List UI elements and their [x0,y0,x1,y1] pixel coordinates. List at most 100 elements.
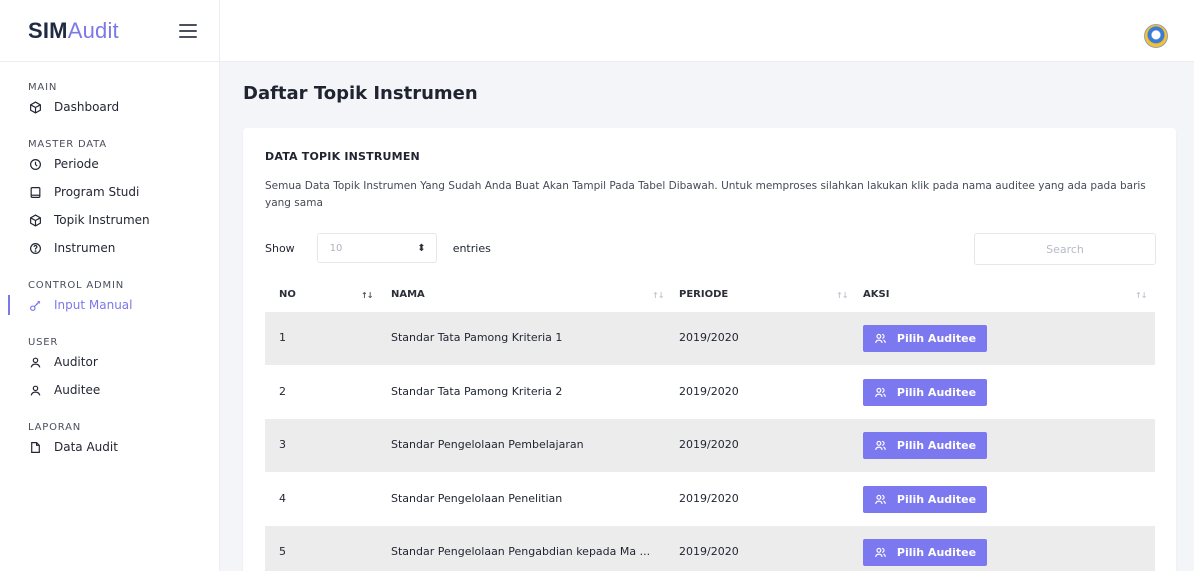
sidebar-item-auditor[interactable]: Auditor [0,348,219,376]
sidebar-item-label: Auditee [54,383,101,397]
button-label: Pilih Auditee [896,439,977,452]
user-icon [28,355,42,369]
nav-section: MAIN Dashboard [0,78,219,121]
sidebar-item-program-studi[interactable]: Program Studi [0,178,219,206]
cell-periode: 2019/2020 [679,545,739,558]
nav-section: CONTROL ADMIN Input Manual [0,276,219,319]
nav-section-title: LAPORAN [28,422,82,433]
cell-nama: Standar Pengelolaan Pembelajaran [391,438,584,451]
pilih-auditee-button[interactable]: Pilih Auditee [863,432,987,459]
sort-icon[interactable]: ↑↓ [652,291,664,300]
cell-no: 1 [279,331,286,344]
sidebar-item-label: Topik Instrumen [54,213,150,227]
nav-section-title: MAIN [28,82,58,93]
table-header: NO ↑↓ NAMA ↑↓ PERIODE ↑↓ AKSI ↑↓ [265,283,1155,313]
sidebar-item-data-audit[interactable]: Data Audit [0,433,219,461]
sidebar-nav: MAIN Dashboard MASTER DATA Periode Program S… [0,62,219,461]
users-icon [874,493,887,506]
brand-light: Audit [67,17,119,43]
select-arrows-icon: ⬍ [417,242,426,254]
cell-periode: 2019/2020 [679,491,739,505]
nav-section-title: MASTER DATA [28,139,107,150]
sidebar-item-label: Auditor [54,355,98,369]
show-label: Show [265,241,295,255]
button-label: Pilih Auditee [896,332,977,345]
pilih-auditee-button[interactable]: Pilih Auditee [863,485,987,513]
sidebar-item-topik-instrumen[interactable]: Topik Instrumen [0,206,219,234]
sort-icon[interactable]: ↑↓ [1135,291,1147,300]
square-icon [28,185,42,199]
key-icon [28,298,42,312]
column-header-periode[interactable]: PERIODE [679,289,728,300]
button-label: Pilih Auditee [896,385,977,399]
card-title: DATA TOPIK INSTRUMEN [265,150,420,163]
avatar[interactable] [1144,24,1168,48]
column-header-nama[interactable]: NAMA [391,289,425,300]
cell-no: 5 [279,545,286,558]
sidebar-item-label: Dashboard [54,100,120,114]
nav-section: LAPORAN Data Audit [0,418,219,461]
cube-icon [28,213,42,227]
table-row: 1 Standar Tata Pamong Kriteria 1 2019/2020… [265,312,1155,365]
entries-select[interactable]: 10 ⬍ [316,233,437,263]
user-icon [28,383,42,397]
brand-logo[interactable]: SIMAudit [28,18,119,44]
pilih-auditee-button[interactable]: Pilih Auditee [863,539,987,566]
sidebar-item-label: Program Studi [54,185,140,199]
cell-periode: 2019/2020 [679,384,739,398]
cell-nama: Standar Tata Pamong Kriteria 1 [391,331,563,344]
sidebar-item-label: Instrumen [54,241,116,255]
sidebar-item-input-manual[interactable]: Input Manual [0,291,219,319]
card-description: Semua Data Topik Instrumen Yang Sudah An… [265,180,1146,209]
pilih-auditee-button[interactable]: Pilih Auditee [863,325,987,352]
nav-section-title: CONTROL ADMIN [28,280,125,291]
file-icon [28,440,42,454]
cell-nama: Standar Pengelolaan Penelitian [391,491,563,505]
cell-nama: Standar Pengelolaan Pengabdian kepada Ma… [391,545,651,558]
users-icon [874,332,887,345]
table-row: 5 Standar Pengelolaan Pengabdian kepada M… [265,526,1155,571]
sort-icon[interactable]: ↑↓ [836,291,848,300]
page-title: Daftar Topik Instrumen [243,83,478,104]
pilih-auditee-button[interactable]: Pilih Auditee [863,378,987,406]
table-row: 4 Standar Pengelolaan Penelitian 2019/2020… [265,473,1155,526]
entries-length-control: Show 10 ⬍ entries [265,233,491,263]
cell-no: 2 [279,384,286,398]
cell-no: 3 [279,438,286,451]
cell-periode: 2019/2020 [679,331,739,344]
button-label: Pilih Auditee [896,492,977,506]
sidebar-item-label: Input Manual [54,298,133,312]
clock-icon [28,157,42,171]
help-circle-icon [28,241,42,255]
sidebar-item-label: Data Audit [54,440,118,454]
search-input[interactable] [974,233,1156,265]
table-row: 2 Standar Tata Pamong Kriteria 2 2019/2020… [265,366,1155,419]
data-card: DATA TOPIK INSTRUMEN Semua Data Topik In… [243,128,1176,571]
nav-section: MASTER DATA Periode Program Studi Topik Ins… [0,135,219,262]
sort-icon[interactable]: ↑↓ [361,291,373,300]
cube-icon [28,100,42,114]
brand: SIMAudit [0,0,219,62]
sidebar-item-periode[interactable]: Periode [0,150,219,178]
button-label: Pilih Auditee [896,546,977,559]
sidebar-item-dashboard[interactable]: Dashboard [0,93,219,121]
users-icon [874,439,887,452]
column-header-no[interactable]: NO [279,289,296,300]
sidebar-item-instrumen[interactable]: Instrumen [0,234,219,262]
column-header-aksi[interactable]: AKSI [863,289,889,300]
table-row: 3 Standar Pengelolaan Pembelajaran 2019/20… [265,419,1155,472]
users-icon [874,386,887,399]
users-icon [874,546,887,559]
brand-strong: SIM [28,17,68,43]
sidebar-item-auditee[interactable]: Auditee [0,376,219,404]
topbar [220,0,1194,62]
hamburger-menu-icon[interactable] [179,23,197,38]
cell-no: 4 [279,491,286,505]
nav-section-title: USER [28,337,59,348]
cell-nama: Standar Tata Pamong Kriteria 2 [391,384,563,398]
cell-periode: 2019/2020 [679,438,739,451]
sidebar: SIMAudit MAIN Dashboard MASTER DATA Periode… [0,0,220,571]
entries-label: entries [452,241,491,255]
sidebar-item-label: Periode [54,157,99,171]
entries-select-value: 10 [329,242,343,254]
